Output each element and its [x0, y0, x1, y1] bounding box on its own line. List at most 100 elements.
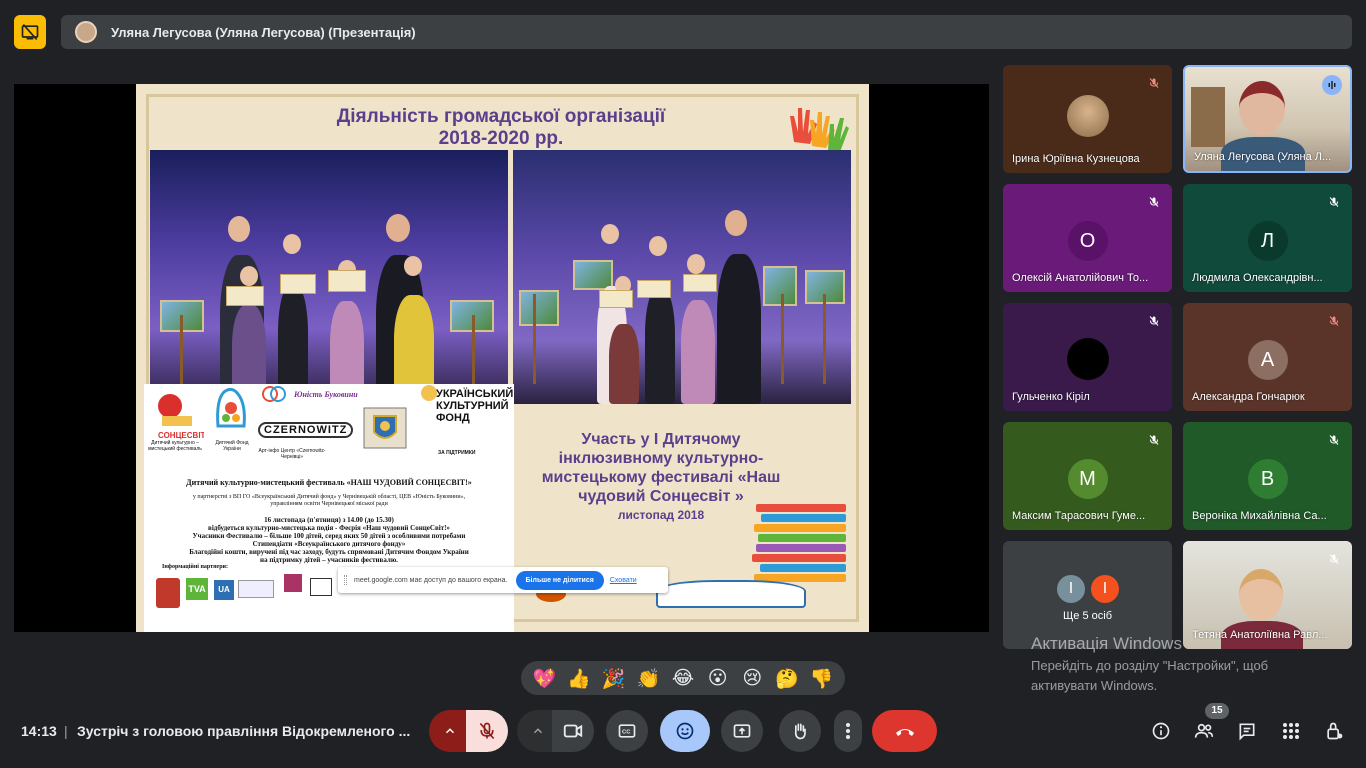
mic-off-indicator — [1324, 549, 1344, 569]
end-call-icon — [895, 729, 914, 736]
event-photo-left — [150, 150, 508, 405]
participant-tile[interactable]: Тетяна Анатоліївна Равл... — [1183, 541, 1352, 649]
reaction-heart[interactable]: 💖 — [530, 667, 558, 690]
sontsesvit-logo: СОНЦЕСВІТ — [158, 394, 204, 440]
reaction-clap[interactable]: 👏 — [634, 667, 662, 690]
camera-icon — [563, 724, 583, 738]
reaction-thumbs-down[interactable]: 👎 — [808, 667, 836, 690]
mic-off-indicator — [1144, 192, 1164, 212]
participant-tile[interactable]: Гульченко Кіріл — [1003, 303, 1172, 411]
mic-off-indicator — [1144, 73, 1164, 93]
participant-tile[interactable]: Л Людмила Олександрівн... — [1183, 184, 1352, 292]
participant-tile[interactable]: М Максим Тарасович Гуме... — [1003, 422, 1172, 530]
partner-logo-5 — [284, 574, 302, 592]
mic-off-icon — [1149, 78, 1159, 88]
mic-off-indicator — [1324, 311, 1344, 331]
partner-logo-1 — [156, 578, 180, 608]
send-reaction-button[interactable] — [660, 710, 710, 752]
people-icon — [1194, 723, 1214, 738]
reaction-laugh[interactable]: 😂 — [669, 667, 697, 689]
reaction-sad[interactable]: 😢 — [738, 667, 766, 689]
charity-line: Благодійні кошти, виручені під час заход… — [189, 548, 469, 556]
chevron-up-icon — [445, 728, 455, 734]
mic-toggle-button[interactable] — [466, 710, 508, 752]
emoji-icon — [676, 722, 694, 740]
activation-title: Активація Windows — [1031, 634, 1182, 653]
mic-off-indicator — [1144, 311, 1164, 331]
reaction-party[interactable]: 🎉 — [600, 667, 628, 690]
chat-button[interactable] — [1234, 718, 1260, 744]
avatar: А — [1247, 340, 1288, 380]
screen-share-banner: meet.google.com має доступ до вашого екр… — [338, 567, 668, 593]
person-head — [1239, 569, 1283, 621]
participant-tile[interactable]: О Олексій Анатолійович То... — [1003, 184, 1172, 292]
present-screen-icon — [733, 724, 751, 738]
svg-text:CC: CC — [622, 730, 631, 736]
end-call-button[interactable] — [872, 710, 937, 752]
event-line: відбудеться культурно-мистецька подія - … — [208, 524, 450, 532]
caption-line1: Участь у І Дитячому — [581, 431, 741, 448]
svg-text:СОНЦЕСВІТ: СОНЦЕСВІТ — [158, 431, 204, 440]
participant-tile[interactable]: В Вероніка Михайлівна Са... — [1183, 422, 1352, 530]
reaction-thinking[interactable]: 🤔 — [773, 667, 801, 690]
present-now-button[interactable] — [721, 710, 763, 752]
reaction-surprised[interactable]: 😮 — [704, 667, 732, 689]
share-message: meet.google.com має доступ до вашого екр… — [354, 576, 508, 584]
czernowitz-logo: CZERNOWITZ — [258, 422, 354, 438]
meeting-info-button[interactable] — [1148, 718, 1174, 744]
more-options-icon — [846, 723, 850, 739]
mic-options-button[interactable] — [429, 710, 471, 752]
captions-button[interactable]: CC — [606, 710, 648, 752]
captions-icon: CC — [618, 724, 636, 738]
cultural-fund-label: УКРАЇНСЬКИЙ КУЛЬТУРНИЙ ФОНД — [436, 388, 514, 424]
present-off-icon — [21, 23, 39, 41]
stop-sharing-button[interactable]: Більше не ділитися — [515, 570, 604, 590]
activation-line2: активувати Windows. — [1031, 678, 1158, 693]
info-partners-label: Інформаційні партнери: — [162, 564, 229, 570]
tva-logo: TVA — [186, 578, 208, 600]
logo3-caption: Арт-інфо Центр «Czernowitz-Чернівці» — [258, 448, 326, 460]
slide-title-line1: Діяльність громадської організації — [336, 106, 666, 127]
hide-banner-link[interactable]: Сховати — [610, 577, 637, 584]
festival-flyer: СОНЦЕСВІТ Дитячий культурно – мистецький… — [144, 384, 514, 632]
childrens-fund-logo — [216, 387, 246, 428]
participant-tile-speaking[interactable]: Уляна Легусова (Уляна Л... — [1183, 65, 1352, 173]
partner-logo-4 — [238, 580, 274, 598]
more-participants-tile[interactable]: I I Ще 5 осіб — [1003, 541, 1172, 649]
reaction-thumbs-up[interactable]: 👍 — [565, 667, 593, 690]
participant-tile[interactable]: Ірина Юріївна Кузнецова — [1003, 65, 1172, 173]
festival-details: 16 листопада (п'ятниця) з 14.00 (до 15.3… — [154, 516, 504, 564]
avatar: М — [1067, 459, 1108, 499]
raise-hand-button[interactable] — [779, 710, 821, 752]
camera-toggle-button[interactable] — [552, 710, 594, 752]
host-controls-icon — [1327, 722, 1343, 740]
festival-title: Дитячий культурно-мистецький фестиваль «… — [186, 478, 472, 487]
drag-handle[interactable] — [344, 575, 347, 585]
participant-name: Максим Тарасович Гуме... — [1012, 510, 1146, 522]
partners-line2: управлінням освіти Чернівецької міської … — [270, 501, 388, 507]
mic-off-icon — [1329, 316, 1339, 326]
coat-of-arms-logo — [363, 407, 407, 449]
participant-name: Уляна Легусова (Уляна Л... — [1194, 151, 1332, 163]
participant-tile[interactable]: А Александра Гончарюк — [1183, 303, 1352, 411]
activities-button[interactable] — [1278, 718, 1304, 744]
presentation-off-button[interactable] — [14, 15, 46, 49]
participant-name: Олексій Анатолійович То... — [1012, 272, 1149, 284]
participant-name: Вероніка Михайлівна Са... — [1192, 510, 1327, 522]
mic-off-indicator — [1144, 430, 1164, 450]
more-options-button[interactable] — [834, 710, 862, 752]
caption-line2: інклюзивному культурно- — [558, 450, 764, 467]
avatar: В — [1247, 459, 1288, 499]
people-button[interactable] — [1191, 718, 1217, 744]
avatar — [1066, 338, 1109, 380]
caption-line3: мистецькому фестивалі «Наш — [541, 469, 781, 486]
chevron-up-icon — [533, 728, 543, 734]
audio-level-icon — [1328, 81, 1336, 89]
more-participants-label: Ще 5 осіб — [1062, 610, 1113, 622]
mic-off-indicator — [1324, 192, 1344, 212]
mic-off-icon — [1329, 554, 1339, 564]
host-controls-button[interactable] — [1321, 718, 1347, 744]
logo1-caption: Дитячий культурно – мистецький фестиваль — [148, 440, 202, 452]
mic-off-icon — [1329, 197, 1339, 207]
mic-off-icon — [1149, 316, 1159, 326]
